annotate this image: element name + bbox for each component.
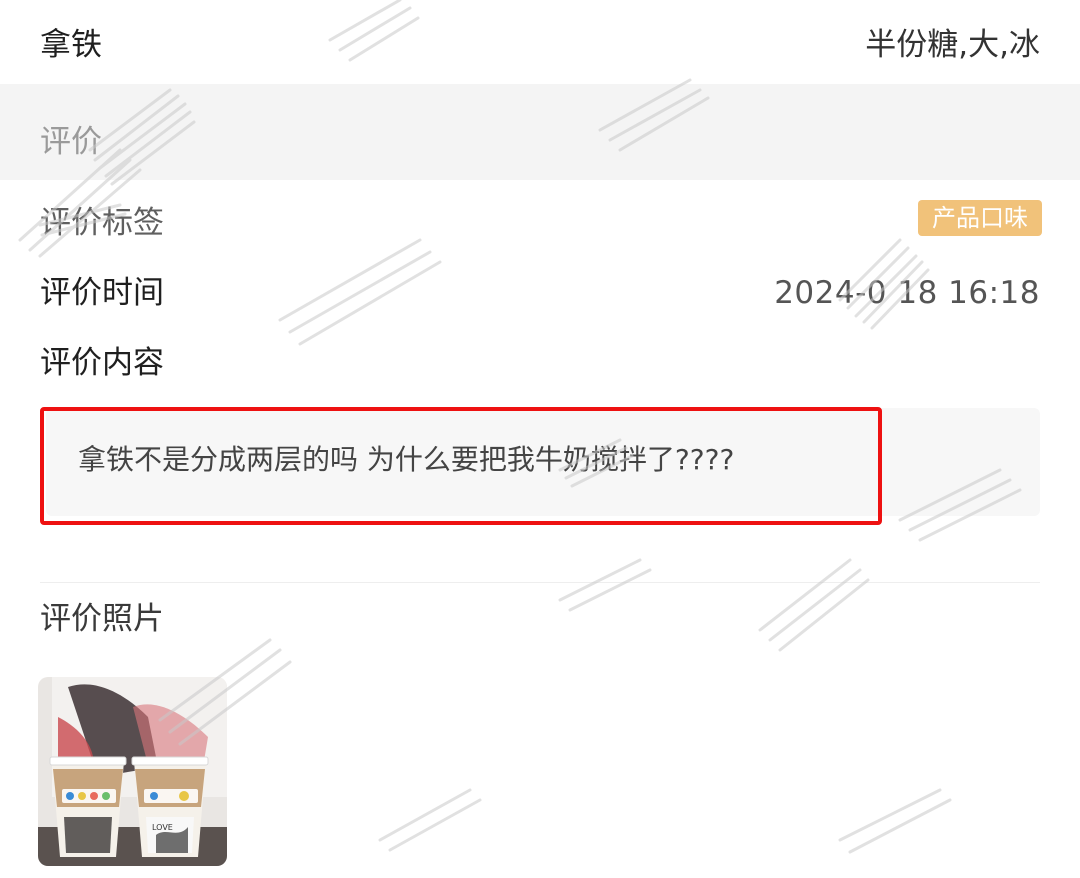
latte-cups-photo: LOVE <box>38 677 227 866</box>
highlight-frame <box>40 407 882 525</box>
review-tags-label: 评价标签 <box>40 205 164 241</box>
review-tag-badge: 产品口味 <box>918 200 1042 236</box>
review-photo-thumbnail[interactable]: LOVE <box>38 677 227 866</box>
review-section-label: 评价 <box>40 124 102 160</box>
divider <box>40 582 1040 583</box>
product-spec: 半份糖,大,冰 <box>865 27 1040 63</box>
product-name: 拿铁 <box>40 27 102 63</box>
cup-text: LOVE <box>152 823 173 832</box>
section-band <box>0 84 1080 180</box>
review-photos-label: 评价照片 <box>40 601 164 637</box>
review-time-label: 评价时间 <box>40 275 164 311</box>
review-time-value: 2024-0 18 16:18 <box>774 275 1040 311</box>
review-content-label: 评价内容 <box>40 345 164 381</box>
